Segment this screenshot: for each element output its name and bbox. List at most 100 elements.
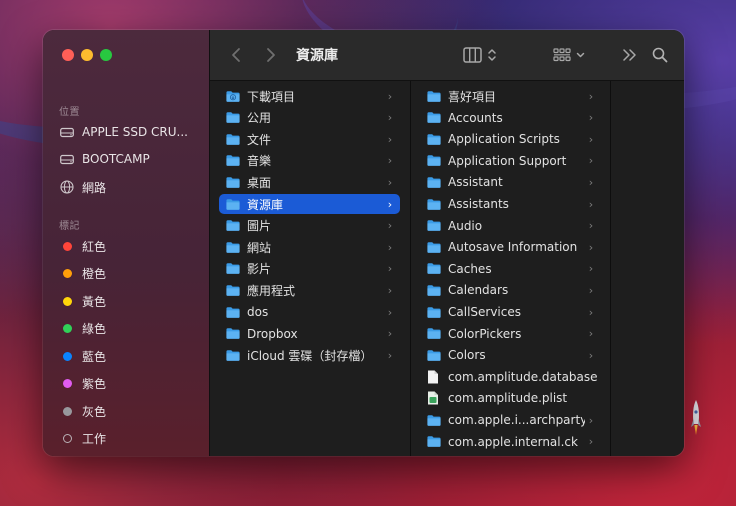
chevron-right-icon: › xyxy=(588,175,594,189)
sidebar-item-network[interactable]: 網路 xyxy=(53,175,203,199)
chevron-right-icon: › xyxy=(387,175,393,189)
file-row[interactable]: Accounts › xyxy=(420,108,601,128)
file-row[interactable]: Dropbox › xyxy=(219,324,400,344)
folder-icon xyxy=(427,176,441,188)
file-row-label: Assistant xyxy=(448,175,503,190)
chevron-right-icon: › xyxy=(387,348,393,362)
sidebar-tag-gray[interactable]: 灰色 xyxy=(53,399,203,423)
chevron-right-icon: › xyxy=(387,197,393,211)
file-row[interactable]: dos › xyxy=(219,302,400,322)
file-row-label: dos xyxy=(247,305,269,319)
sidebar-tag-red[interactable]: 紅色 xyxy=(53,234,203,258)
file-row[interactable]: 應用程式 › xyxy=(219,280,400,300)
more-toolbar-button[interactable] xyxy=(621,45,639,65)
forward-button[interactable] xyxy=(263,46,279,64)
file-row-label: 下載項目 xyxy=(247,89,296,104)
sidebar-tag-yellow[interactable]: 黃色 xyxy=(53,289,203,313)
chevron-right-icon: › xyxy=(387,262,393,276)
rocket-icon[interactable] xyxy=(689,398,703,440)
folder-icon xyxy=(226,198,240,210)
file-row[interactable]: Application Support › xyxy=(420,151,601,171)
file-row[interactable]: com.amplitude.database xyxy=(420,367,601,387)
sidebar-tag-orange[interactable]: 橙色 xyxy=(53,261,203,285)
sidebar-item-label: 網路 xyxy=(82,180,107,195)
plist-file-icon xyxy=(427,391,441,405)
chevron-right-icon: › xyxy=(588,219,594,233)
sidebar-tag-blue[interactable]: 藍色 xyxy=(53,344,203,368)
file-row[interactable]: 桌面 › xyxy=(219,172,400,192)
file-row[interactable]: Caches › xyxy=(420,259,601,279)
sidebar-tag-work[interactable]: 工作 xyxy=(53,426,203,450)
file-row-label: 公用 xyxy=(247,111,272,126)
file-row[interactable]: Autosave Information › xyxy=(420,237,601,257)
file-row-label: Calendars xyxy=(448,283,509,298)
file-row[interactable]: 圖片 › xyxy=(219,216,400,236)
column-library: 喜好項目 › Accounts › Application Scripts › Applic… xyxy=(411,81,611,456)
folder-icon xyxy=(427,220,441,232)
downloads-folder-icon xyxy=(226,90,240,102)
view-mode-button[interactable] xyxy=(460,45,500,65)
file-row[interactable]: ColorPickers › xyxy=(420,324,601,344)
file-row[interactable]: 文件 › xyxy=(219,129,400,149)
file-row-label: 喜好項目 xyxy=(448,89,497,104)
file-row[interactable]: com.apple.internal.ck › xyxy=(420,432,601,452)
folder-icon xyxy=(427,263,441,275)
file-row[interactable]: Assistant › xyxy=(420,172,601,192)
file-row[interactable]: com.amplitude.plist xyxy=(420,388,601,408)
file-row[interactable]: 下載項目 › xyxy=(219,86,400,106)
file-row[interactable]: 資源庫 › xyxy=(219,194,400,214)
sidebar-item-label: 工作 xyxy=(82,431,107,446)
finder-window: 位置 APPLE SSD CRU... BOOTCAMP 網路 標記 紅色 橙色… xyxy=(43,30,684,456)
chevron-right-icon: › xyxy=(387,132,393,146)
folder-icon xyxy=(427,133,441,145)
tag-color-dot xyxy=(62,323,72,333)
file-row[interactable]: Colors › xyxy=(420,345,601,365)
file-row-label: 圖片 xyxy=(247,219,272,234)
close-window-button[interactable] xyxy=(62,49,74,61)
file-row[interactable]: iCloud 雲碟（封存檔） › xyxy=(219,345,400,365)
sidebar: 位置 APPLE SSD CRU... BOOTCAMP 網路 標記 紅色 橙色… xyxy=(43,30,210,456)
file-row-label: Caches xyxy=(448,261,492,276)
folder-icon xyxy=(427,90,441,102)
file-row[interactable]: 影片 › xyxy=(219,259,400,279)
minimize-window-button[interactable] xyxy=(81,49,93,61)
file-row-label: Colors xyxy=(448,348,486,363)
sidebar-item-label: 黃色 xyxy=(82,294,107,309)
sidebar-tag-purple[interactable]: 紫色 xyxy=(53,371,203,395)
columns-view-icon xyxy=(463,47,496,63)
file-row[interactable]: com.apple.i...archpartyd › xyxy=(420,410,601,430)
sidebar-item-apple-ssd[interactable]: APPLE SSD CRU... xyxy=(53,120,203,144)
zoom-window-button[interactable] xyxy=(100,49,112,61)
file-row[interactable]: 網站 › xyxy=(219,237,400,257)
toolbar: 資源庫 xyxy=(210,30,684,81)
tag-color-dot xyxy=(62,406,72,416)
sidebar-item-bootcamp[interactable]: BOOTCAMP xyxy=(53,147,203,171)
file-row[interactable]: Audio › xyxy=(420,216,601,236)
chevron-right-icon: › xyxy=(387,154,393,168)
file-row-label: 應用程式 xyxy=(247,283,296,298)
folder-icon xyxy=(226,176,240,188)
file-row-label: Assistants xyxy=(448,197,509,211)
sidebar-tag-green[interactable]: 綠色 xyxy=(53,316,203,340)
folder-icon xyxy=(427,241,441,253)
chevron-right-icon: › xyxy=(387,327,393,341)
folder-icon xyxy=(427,436,441,448)
file-row[interactable]: Calendars › xyxy=(420,280,601,300)
file-row[interactable]: 喜好項目 › xyxy=(420,86,601,106)
back-button[interactable] xyxy=(228,46,244,64)
chevron-right-icon: › xyxy=(588,327,594,341)
file-row[interactable]: 音樂 › xyxy=(219,151,400,171)
folder-icon xyxy=(226,133,240,145)
file-row-label: Autosave Information xyxy=(448,240,578,255)
double-chevron-icon xyxy=(623,49,636,61)
file-row[interactable]: Application Scripts › xyxy=(420,129,601,149)
group-button[interactable] xyxy=(550,45,590,65)
file-row[interactable]: CallServices › xyxy=(420,302,601,322)
search-button[interactable] xyxy=(650,45,670,65)
folder-icon xyxy=(427,306,441,318)
chevron-right-icon: › xyxy=(387,89,393,103)
folder-icon xyxy=(226,112,240,124)
file-row[interactable]: Assistants › xyxy=(420,194,601,214)
file-row[interactable]: 公用 › xyxy=(219,108,400,128)
globe-icon xyxy=(59,179,75,195)
